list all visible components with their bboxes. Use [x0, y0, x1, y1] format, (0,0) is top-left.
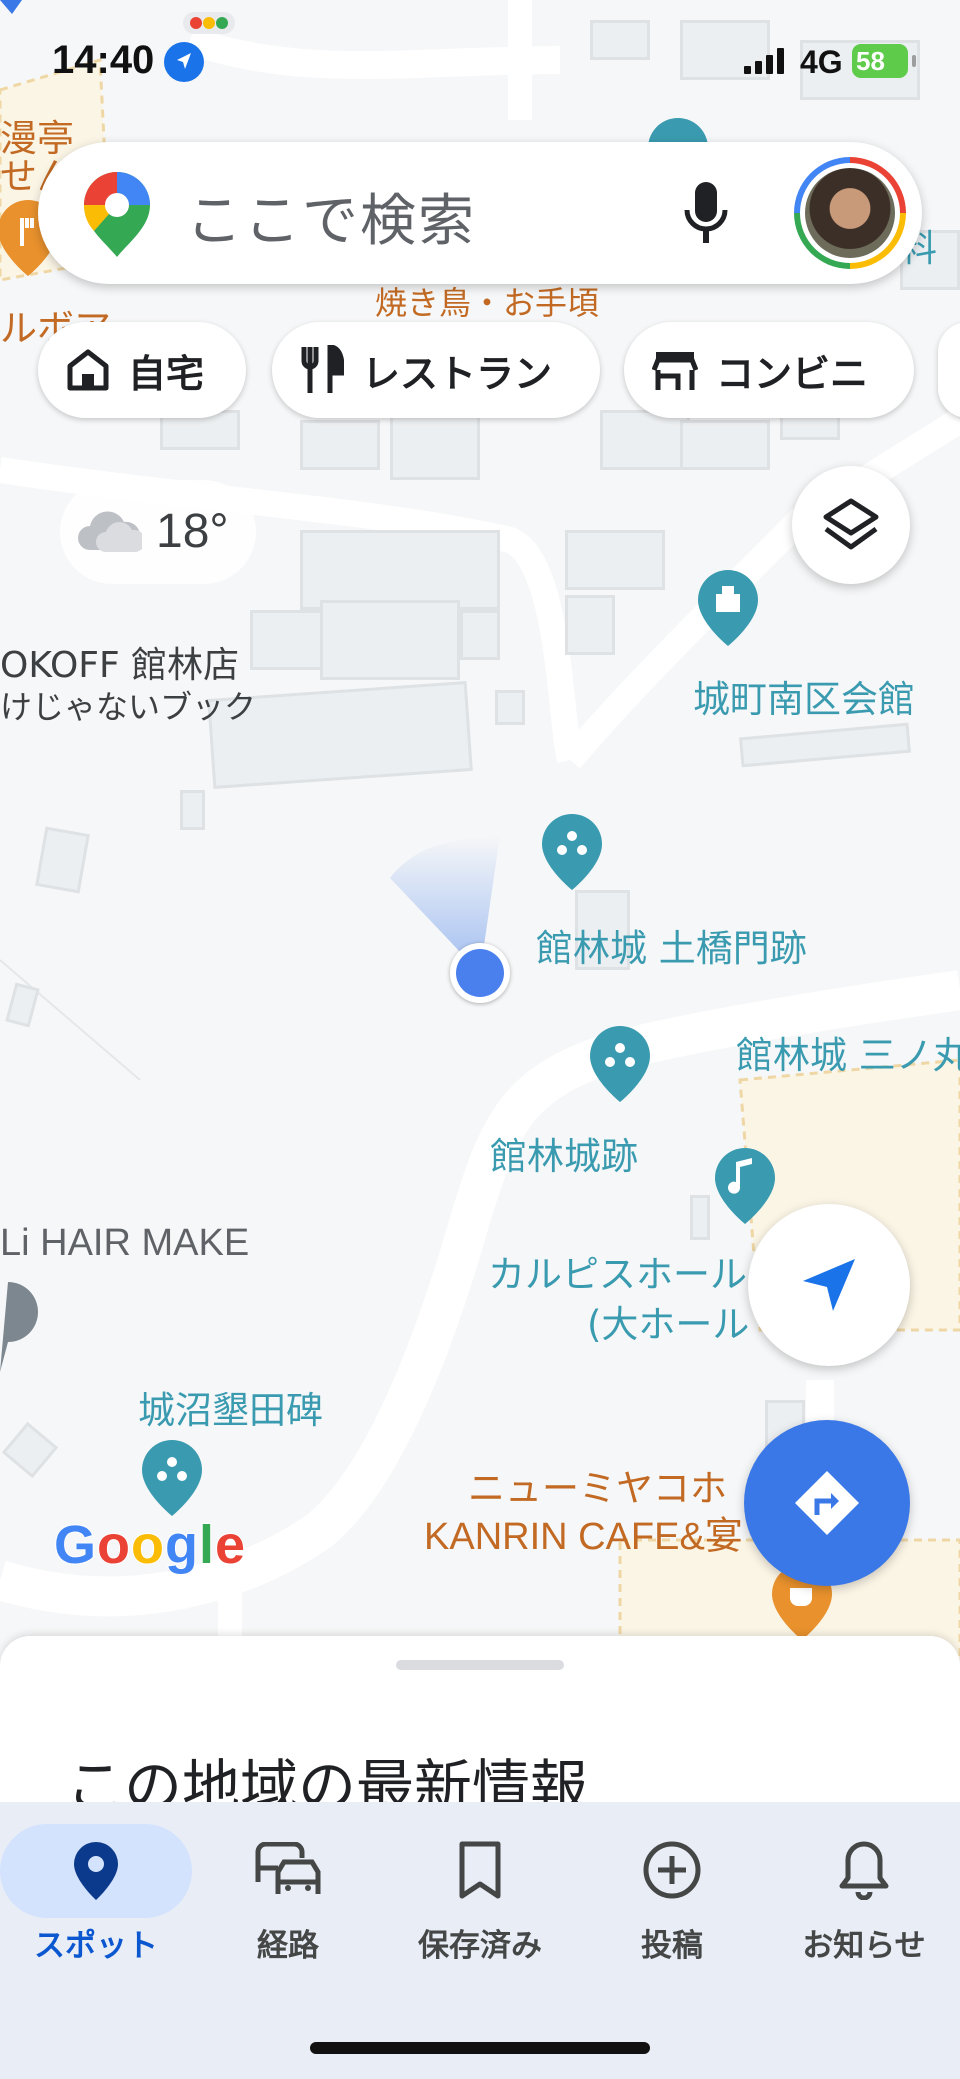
sheet-title: この地域の最新情報 — [66, 1753, 589, 1806]
castle-ruins-pin-icon — [590, 1026, 650, 1102]
nav-updates-label: お知らせ — [802, 1928, 926, 1964]
add-circle-icon — [643, 1841, 701, 1899]
navigation-arrow-icon — [803, 1259, 855, 1311]
recenter-button[interactable] — [748, 1204, 910, 1366]
bottom-sheet[interactable]: この地域の最新情報 — [0, 1636, 960, 1806]
google-logo: Google — [53, 1514, 247, 1576]
my-location-marker — [390, 835, 510, 1003]
layers-button[interactable] — [792, 466, 910, 584]
chip-convenience[interactable]: コンビニ — [624, 322, 914, 418]
nav-saved-label: 保存済み — [418, 1928, 542, 1964]
nav-explore-label: スポット — [34, 1928, 158, 1964]
store-icon — [652, 352, 698, 390]
music-pin-icon — [715, 1148, 775, 1224]
chip-home-label: 自宅 — [128, 351, 205, 396]
chip-restaurant-label: レストラン — [362, 351, 553, 396]
chip-convenience-label: コンビニ — [716, 351, 869, 396]
search-input[interactable]: ここで検索 — [186, 176, 476, 257]
pin-icon — [74, 1842, 118, 1900]
indicator-pill — [183, 12, 235, 34]
commute-icon — [255, 1842, 321, 1894]
mic-icon[interactable] — [684, 182, 728, 246]
cloud-icon — [78, 511, 142, 552]
status-time: 14:40 — [52, 38, 155, 82]
nav-contribute[interactable]: 投稿 — [576, 1824, 768, 1964]
nav-updates[interactable]: お知らせ — [768, 1824, 960, 1964]
jomachi-pin-icon — [698, 570, 758, 646]
jonuma-pin-icon — [142, 1440, 202, 1516]
signal-icon — [744, 48, 784, 74]
chip-home[interactable]: 自宅 — [38, 322, 246, 418]
home-indicator — [310, 2042, 650, 2054]
restaurant-icon — [301, 345, 344, 393]
chip-restaurant[interactable]: レストラン — [272, 322, 600, 418]
nav-explore[interactable]: スポット — [0, 1824, 192, 1964]
directions-button[interactable] — [744, 1420, 910, 1586]
nav-commute[interactable]: 経路 — [192, 1824, 384, 1964]
network-type: 4G — [800, 44, 843, 80]
dobashi-pin-icon — [542, 814, 602, 890]
weather-temperature: 18° — [156, 505, 229, 558]
nav-commute-label: 経路 — [257, 1928, 319, 1964]
directions-icon — [795, 1471, 859, 1535]
bell-icon — [839, 1841, 889, 1900]
sheet-drag-handle[interactable] — [396, 1660, 564, 1670]
battery-icon: 58 — [852, 44, 916, 78]
avatar[interactable] — [794, 157, 906, 269]
nav-contribute-label: 投稿 — [641, 1928, 703, 1964]
bookmark-icon — [459, 1841, 501, 1899]
home-icon — [67, 349, 109, 391]
bottom-navigation: スポット 経路 保存済み 投稿 お知らせ — [0, 1802, 960, 2079]
location-active-icon — [164, 42, 204, 82]
layers-icon — [823, 498, 879, 550]
nav-saved[interactable]: 保存済み — [384, 1824, 576, 1964]
weather-widget[interactable]: 18° — [60, 480, 256, 584]
maps-logo-icon — [84, 172, 150, 257]
search-bar[interactable]: ここで検索 — [38, 142, 922, 284]
battery-level: 58 — [856, 46, 885, 76]
